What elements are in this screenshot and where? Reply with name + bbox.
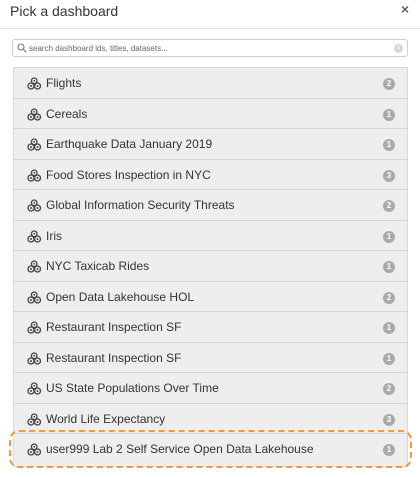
dashboard-item-label: US State Populations Over Time [46,381,219,395]
dashboard-count-badge: 2 [383,200,395,212]
dashboard-item-label: Open Data Lakehouse HOL [46,289,195,304]
dashboard-list: Flights 2 Cereals 1 Earthquake Data January … [13,67,408,467]
dashboard-item-label: Restaurant Inspection SF [46,320,182,334]
dashboard-item-label: Food Stores Inspection in NYC [46,167,211,182]
dashboard-item[interactable]: Cereals 1 [14,99,407,129]
dashboard-item-label: Flights [46,76,82,90]
dashboard-cogs-icon [26,77,42,90]
dashboard-count-badge: 1 [383,322,395,334]
dashboard-cogs-icon [26,382,42,395]
dashboard-cogs-icon [26,351,42,365]
dashboard-item-label: Global Information Security Threats [46,198,235,212]
dashboard-cogs-icon [26,168,42,182]
dashboard-cogs-icon [26,443,42,456]
dialog-header: Pick a dashboard × [0,0,420,29]
dashboard-item[interactable]: US State Populations Over Time 2 [14,373,407,404]
dashboard-cogs-icon [26,199,42,212]
dashboard-cogs-icon [26,412,42,426]
dashboard-count-badge: 2 [383,78,395,90]
search-icon [17,43,27,53]
dashboard-count-badge: 2 [383,383,395,395]
dashboard-count-badge: 2 [383,291,395,304]
dashboard-count-badge: 1 [383,352,395,365]
dashboard-item-label: NYC Taxicab Rides [46,259,150,273]
close-icon[interactable]: × [401,1,409,17]
dashboard-item[interactable]: Iris 1 [14,221,407,251]
dashboard-cogs-icon [26,260,42,273]
dashboard-item[interactable]: Earthquake Data January 2019 1 [14,129,407,160]
search-box[interactable]: × [12,39,408,57]
dashboard-item-label: Iris [46,228,62,243]
dashboard-count-badge: 3 [383,413,395,426]
dashboard-cogs-icon [26,107,42,121]
dashboard-count-badge: 3 [383,169,395,182]
dashboard-count-badge: 1 [383,139,395,151]
dashboard-item[interactable]: NYC Taxicab Rides 1 [14,251,407,282]
dashboard-item-label: Earthquake Data January 2019 [46,137,213,151]
dashboard-item-label: World Life Expectancy [46,411,166,426]
dashboard-item[interactable]: Food Stores Inspection in NYC 3 [14,160,407,190]
dashboard-count-badge: 1 [383,108,395,121]
dashboard-item[interactable]: Restaurant Inspection SF 1 [14,312,407,343]
dashboard-cogs-icon [26,229,42,243]
dashboard-count-badge: 1 [383,230,395,243]
dashboard-item-label: Restaurant Inspection SF [46,350,182,365]
dashboard-item-label: Cereals [46,106,88,121]
clear-icon[interactable]: × [394,44,403,53]
dashboard-count-badge: 1 [383,444,395,456]
dashboard-cogs-icon [26,138,42,151]
dashboard-cogs-icon [26,290,42,304]
search-input[interactable] [29,40,389,56]
dashboard-item[interactable]: user999 Lab 2 Self Service Open Data Lak… [14,434,407,465]
dashboard-item[interactable]: Open Data Lakehouse HOL 2 [14,282,407,312]
dialog-title: Pick a dashboard [10,3,119,19]
dashboard-item[interactable]: Global Information Security Threats 2 [14,190,407,221]
dashboard-cogs-icon [26,321,42,334]
dashboard-item[interactable]: World Life Expectancy 3 [14,404,407,434]
dashboard-item-label: user999 Lab 2 Self Service Open Data Lak… [46,442,314,456]
dashboard-count-badge: 1 [383,261,395,273]
dashboard-item[interactable]: Restaurant Inspection SF 1 [14,343,407,373]
dashboard-item[interactable]: Flights 2 [14,68,407,99]
